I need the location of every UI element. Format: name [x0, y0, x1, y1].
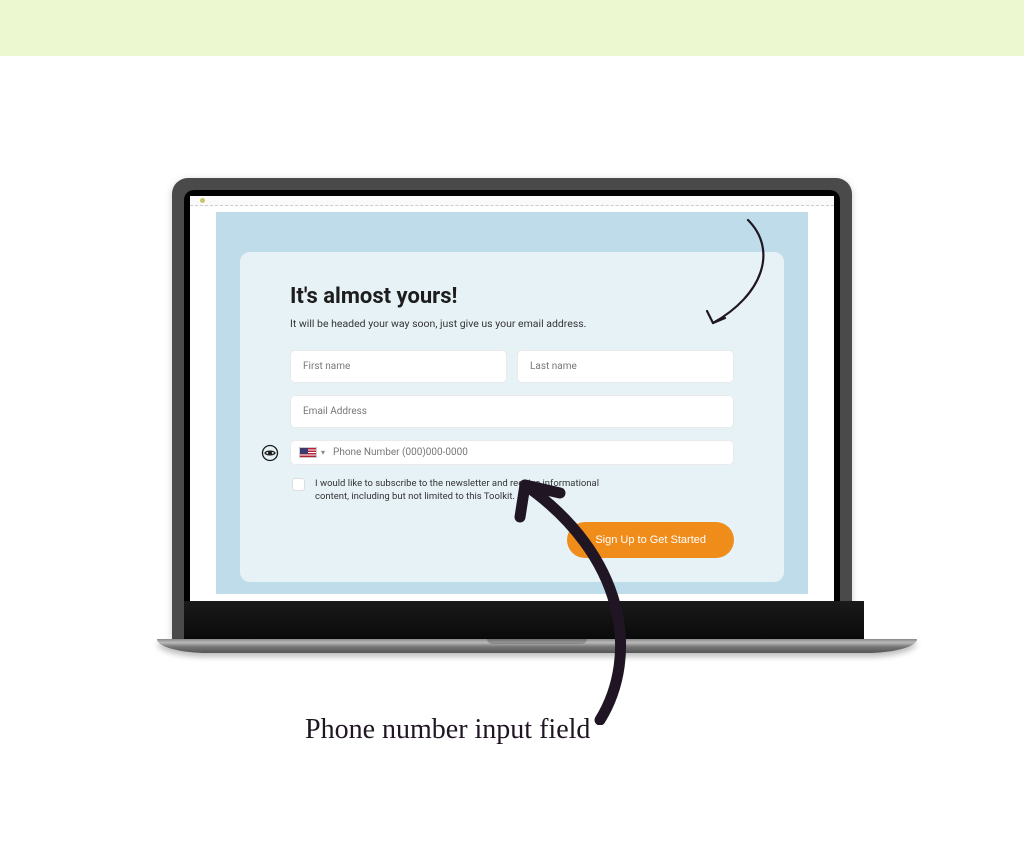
browser-window: It's almost yours! It will be headed you… — [190, 196, 834, 601]
chevron-down-icon: ▾ — [321, 448, 325, 457]
form-subtitle: It will be headed your way soon, just gi… — [290, 317, 734, 330]
laptop-hinge-notch — [487, 639, 587, 644]
phone-placeholder: Phone Number (000)000-0000 — [333, 447, 468, 458]
laptop-mockup: It's almost yours! It will be headed you… — [157, 178, 867, 653]
page-viewport: It's almost yours! It will be headed you… — [190, 206, 834, 601]
signup-form-card: It's almost yours! It will be headed you… — [240, 252, 784, 582]
flag-us-icon — [299, 447, 317, 458]
subscribe-label: I would like to subscribe to the newslet… — [315, 477, 615, 504]
last-name-field[interactable]: Last name — [517, 350, 734, 383]
subscribe-checkbox[interactable] — [292, 478, 305, 491]
laptop-base — [157, 639, 917, 653]
laptop-keyboard — [184, 601, 864, 639]
laptop-bezel: It's almost yours! It will be headed you… — [172, 178, 852, 639]
visibility-icon[interactable] — [260, 443, 280, 463]
phone-field[interactable]: ▾ Phone Number (000)000-0000 — [290, 440, 734, 465]
laptop-screen: It's almost yours! It will be headed you… — [184, 190, 840, 601]
top-banner — [0, 0, 1024, 56]
annotation-label: Phone number input field — [305, 714, 590, 746]
browser-chrome — [190, 196, 834, 206]
email-field[interactable]: Email Address — [290, 395, 734, 428]
browser-tab-indicator — [200, 198, 205, 203]
first-name-field[interactable]: First name — [290, 350, 507, 383]
page-background: It's almost yours! It will be headed you… — [216, 212, 808, 594]
form-title: It's almost yours! — [290, 284, 734, 309]
submit-button[interactable]: Sign Up to Get Started — [567, 522, 734, 558]
country-code-selector[interactable]: ▾ — [299, 447, 325, 458]
